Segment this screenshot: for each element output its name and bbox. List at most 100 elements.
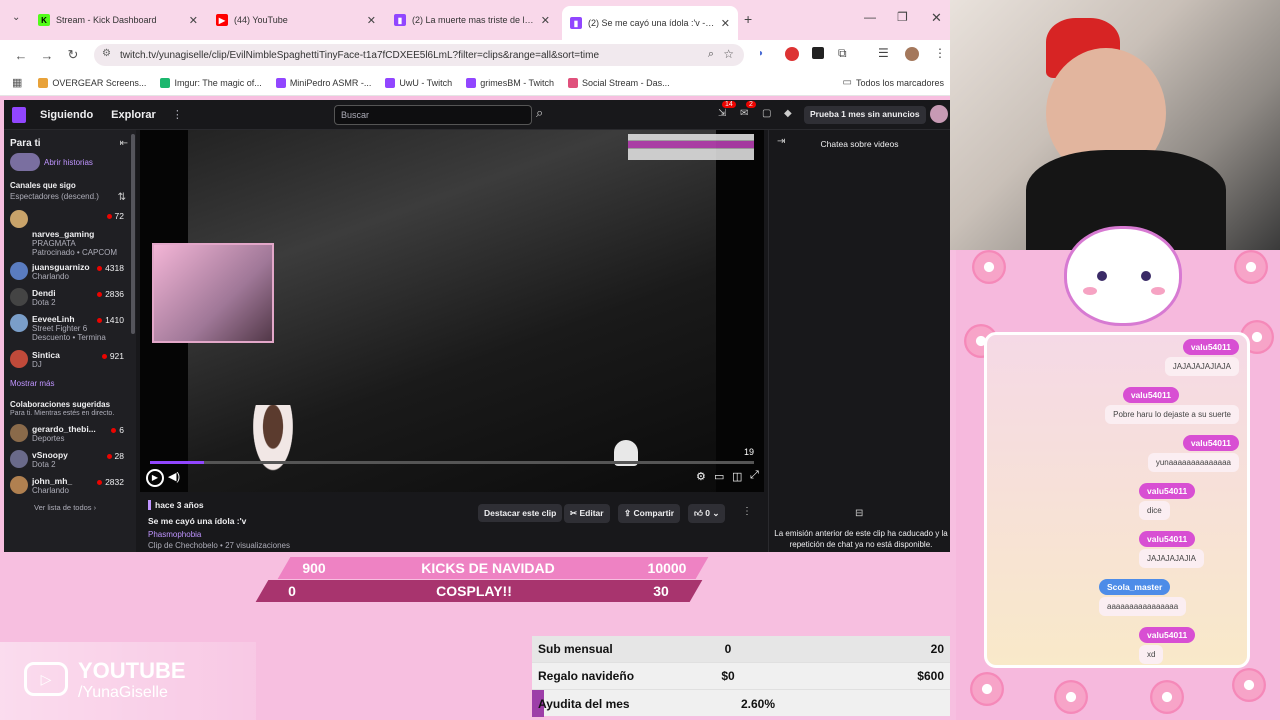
bookmark-item[interactable]: Social Stream - Das...	[568, 77, 670, 88]
viewer-count: 1410	[97, 315, 124, 325]
user-avatar[interactable]	[930, 105, 948, 123]
zoom-icon[interactable]: ⌕	[708, 48, 714, 61]
sort-icon[interactable]: ⇅	[118, 192, 126, 203]
tab-close-icon[interactable]: ✕	[541, 14, 550, 27]
volume-icon[interactable]: ◀)	[168, 470, 180, 483]
tab-close-icon[interactable]: ✕	[189, 14, 198, 27]
notifications-icon[interactable]: ⇲	[718, 108, 726, 119]
browser-menu-icon[interactable]: ⋮	[934, 46, 946, 60]
collapse-sidebar-icon[interactable]: ⇤	[120, 138, 128, 149]
browser-tab-kick[interactable]: K Stream - Kick Dashboard ✕	[30, 8, 206, 32]
bookmark-icon	[568, 77, 579, 88]
channel-item[interactable]: EeveeLinh Street Fighter 6 Descuento • T…	[4, 311, 136, 347]
viewer-count: 2836	[97, 289, 124, 299]
channel-item[interactable]: Sintica DJ 921	[4, 347, 136, 373]
play-icon[interactable]: ▶	[146, 469, 164, 487]
video-letterbox-right	[716, 130, 764, 492]
nav-following[interactable]: Siguiendo	[40, 109, 93, 121]
extensions-puzzle-icon[interactable]: ⧉	[838, 46, 847, 61]
clip-game-link[interactable]: Phasmophobia	[148, 530, 764, 539]
sidebar-scrollbar[interactable]	[131, 134, 135, 334]
more-options-icon[interactable]: ⋮	[742, 506, 752, 517]
reload-icon[interactable]: ↻	[60, 47, 86, 63]
profile-avatar[interactable]	[905, 47, 919, 61]
bookmark-icon	[38, 77, 49, 88]
url-bar[interactable]: ⚙ twitch.tv/yunagiselle/clip/EvilNimbleS…	[94, 44, 744, 66]
suggested-channel-item[interactable]: vSnoopy Dota 2 28	[4, 447, 136, 473]
clip-meta: Clip de Chechobelo • 27 visualizaciones	[148, 541, 290, 550]
media-controls-icon[interactable]: ☰	[878, 46, 889, 60]
sidebar-toggle-icon[interactable]: ◫	[732, 470, 742, 483]
see-all-link[interactable]: Ver lista de todos ›	[4, 499, 136, 512]
whispers-icon[interactable]: ▢	[762, 108, 771, 119]
bookmark-item[interactable]: MiniPedro ASMR -...	[275, 77, 371, 88]
suggested-channel-item[interactable]: gerardo_thebi... Deportes 6	[4, 421, 136, 447]
extension-icon[interactable]	[785, 47, 799, 61]
tab-search-chevron-icon[interactable]: ⌄	[12, 12, 20, 23]
tab-title: Stream - Kick Dashboard	[56, 15, 157, 25]
channel-item[interactable]: Dendi Dota 2 2836	[4, 285, 136, 311]
chat-username: Scola_master	[1099, 579, 1171, 595]
inbox-icon[interactable]: ✉	[740, 108, 748, 119]
back-arrow-icon[interactable]: ←	[8, 48, 34, 63]
stories-avatar[interactable]	[10, 153, 40, 171]
twitch-logo-icon[interactable]	[12, 106, 26, 123]
bookmark-item[interactable]: grimesBM - Twitch	[466, 77, 554, 88]
chat-text: yunaaaaaaaaaaaaaa	[1147, 453, 1239, 472]
browser-tab-youtube[interactable]: ▶ (44) YouTube ✕	[208, 8, 384, 32]
nav-explore[interactable]: Explorar	[111, 109, 156, 121]
fullscreen-icon[interactable]: ⤢	[750, 469, 759, 482]
restore-window-icon[interactable]: ❐	[897, 10, 908, 24]
forward-arrow-icon[interactable]: →	[34, 48, 60, 63]
extension-icon[interactable]: ◗	[758, 48, 764, 59]
new-tab-plus-icon[interactable]: +	[744, 11, 752, 27]
bookmark-icon	[160, 77, 171, 88]
chat-text: Pobre haru lo dejaste a su suerte	[1105, 405, 1239, 424]
time-counter: 19	[743, 447, 754, 457]
bookmark-item[interactable]: OVERGEAR Screens...	[38, 77, 146, 88]
tab-close-icon[interactable]: ✕	[367, 14, 376, 27]
address-toolbar: ← → ↻ ⚙ twitch.tv/yunagiselle/clip/EvilN…	[0, 40, 950, 70]
search-icon[interactable]: ⌕	[536, 105, 543, 121]
bookmark-star-icon[interactable]: ☆	[723, 47, 734, 61]
tab-close-icon[interactable]: ✕	[721, 17, 730, 30]
bits-icon[interactable]: ◆	[784, 108, 792, 119]
edit-button[interactable]: ✂ Editar	[564, 504, 610, 523]
close-window-icon[interactable]: ✕	[931, 10, 942, 26]
bookmark-item[interactable]: UwU - Twitch	[385, 77, 452, 88]
youtube-handle: /YunaGiselle	[78, 684, 168, 701]
extension-icon[interactable]	[812, 47, 824, 59]
settings-gear-icon[interactable]: ⚙	[696, 470, 706, 483]
chat-overlay-box: valu54011 JAJAJAJAJIAJA valu54011 Pobre …	[984, 332, 1250, 668]
share-button[interactable]: ⇪ Compartir	[618, 504, 681, 523]
progress-track[interactable]	[150, 461, 754, 464]
browser-tab-twitch-active[interactable]: ▮ (2) Se me cayó una ídola :'v - Tw ✕	[562, 6, 738, 40]
like-button[interactable]: 👍︎ 0 ⌄	[688, 504, 726, 523]
all-bookmarks-folder[interactable]: ▭ Todos los marcadores	[843, 77, 945, 88]
chat-unavailable-notice: La emisión anterior de este clip ha cadu…	[774, 529, 948, 549]
video-player[interactable]: 19 ▶ ◀) ⚙ ▭ ◫ ⤢	[140, 130, 764, 492]
bookmark-item[interactable]: Imgur: The magic of...	[160, 77, 262, 88]
site-info-icon[interactable]: ⚙	[102, 48, 111, 59]
show-more-link[interactable]: Mostrar más	[4, 373, 136, 394]
ad-free-trial-button[interactable]: Prueba 1 mes sin anuncios	[804, 106, 926, 124]
viewer-count: 72	[107, 211, 124, 221]
inbox-badge: 2	[746, 101, 756, 108]
webcam-feed	[950, 0, 1280, 250]
channel-item[interactable]: juansguarnizo Charlando 4318	[4, 259, 136, 285]
goals-table: Sub mensual 0 20 Regalo navideño $0 $600…	[532, 636, 950, 717]
more-menu-icon[interactable]: ⋮	[172, 108, 183, 121]
collapse-chat-icon[interactable]: ⇥	[777, 136, 785, 147]
kicks-goal: 10000	[647, 560, 687, 576]
search-input[interactable]: Buscar	[334, 105, 532, 125]
suggested-channel-item[interactable]: john_mh_ Charlando 2832	[4, 473, 136, 499]
chat-message: Scola_master aaaaaaaaaaaaaaaa	[1099, 579, 1229, 616]
minimize-icon[interactable]: —	[864, 10, 876, 24]
channel-item[interactable]: narves_gaming PRAGMATA Patrocinado • CAP…	[4, 207, 136, 259]
viewer-count: 2832	[97, 477, 124, 487]
open-stories-link[interactable]: Abrir historias	[44, 158, 93, 167]
browser-tab-twitch-1[interactable]: ▮ (2) La muerte mas triste de la vi ✕	[386, 8, 558, 32]
highlight-clip-button[interactable]: Destacar este clip	[478, 504, 563, 522]
apps-grid-icon[interactable]: ▦	[12, 76, 22, 89]
theatre-mode-icon[interactable]: ▭	[714, 470, 724, 483]
